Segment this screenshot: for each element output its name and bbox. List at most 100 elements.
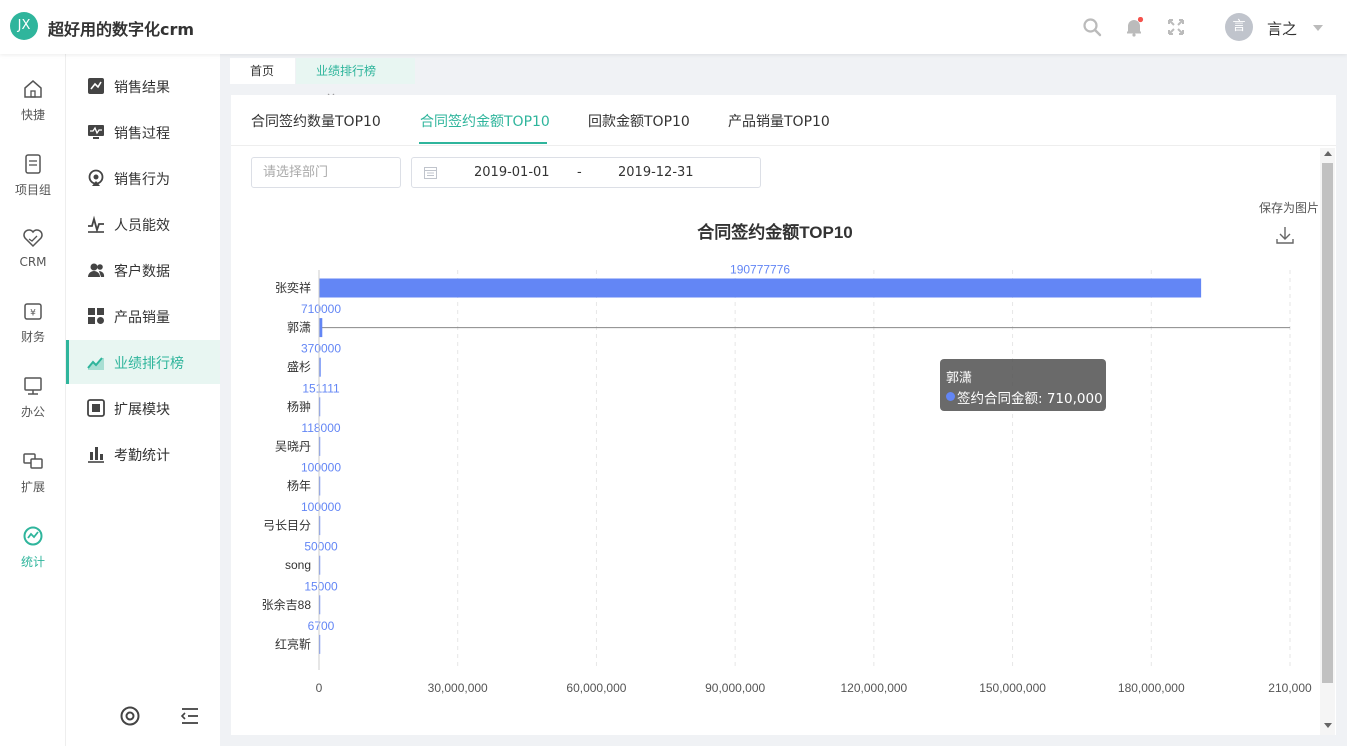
tab-ranking[interactable]: 业绩排行榜× <box>296 58 415 104</box>
staff-efficiency-icon <box>88 215 104 233</box>
chart-title: 合同签约金额TOP10 <box>697 222 853 242</box>
tab-label: 首页 <box>250 64 275 78</box>
subnav-item-attendance[interactable]: 考勤统计 <box>66 432 220 476</box>
y-category-label: 杨年 <box>287 478 311 493</box>
tab-payment-amount[interactable]: 回款金额TOP10 <box>588 111 690 131</box>
start-date[interactable]: 2019-01-01 <box>474 165 550 180</box>
extension-module-icon <box>87 399 105 417</box>
product-sales-icon <box>88 308 104 324</box>
bar-value-label: 50000 <box>304 540 338 554</box>
settings-icon[interactable] <box>119 705 141 727</box>
secondary-sidebar: 销售结果 销售过程 销售行为 人员能效 客户数据 产品销量 业绩排行榜 扩展模块… <box>66 54 220 746</box>
y-category-label: 红亮靳 <box>275 636 311 651</box>
subnav-label: 销售结果 <box>114 80 170 96</box>
bell-icon[interactable] <box>1124 17 1144 37</box>
subnav-item-sales-behavior[interactable]: 销售行为 <box>66 156 220 200</box>
bar-value-label: 6700 <box>308 619 335 633</box>
x-tick-label: 30,000,000 <box>428 681 488 695</box>
subnav-label: 客户数据 <box>114 264 170 280</box>
user-name[interactable]: 言之 <box>1267 18 1297 39</box>
extend-icon <box>23 453 43 469</box>
y-category-label: 杨翀 <box>287 399 311 414</box>
left-rail: 快捷 项目组 CRM ¥ 财务 办公 扩展 统计 <box>0 54 66 746</box>
subnav-label: 人员能效 <box>114 218 170 234</box>
home-icon <box>24 80 42 98</box>
bar-value-label: 370000 <box>301 342 341 356</box>
rail-item-project[interactable]: 项目组 <box>0 153 66 213</box>
department-select[interactable]: 请选择部门 <box>251 157 401 188</box>
ranking-bar-chart: 合同签约金额TOP10 张奕祥 190777776 郭潇 710000 盛杉 370000… <box>262 222 1312 695</box>
x-tick-label: 120,000,000 <box>840 681 907 695</box>
end-date[interactable]: 2019-12-31 <box>618 165 694 180</box>
ranking-icon <box>87 357 104 370</box>
subnav-item-staff-efficiency[interactable]: 人员能效 <box>66 202 220 246</box>
rail-item-finance[interactable]: ¥ 财务 <box>0 300 66 360</box>
bar-value-label: 118000 <box>301 421 340 435</box>
tab-label: 业绩排行榜 <box>316 64 377 78</box>
monitor-icon <box>24 377 42 395</box>
chart-tooltip: 郭潇 签约合同金额: 710,000 <box>940 359 1106 411</box>
rail-item-stats[interactable]: 统计 <box>0 525 66 585</box>
rail-label: 办公 <box>20 405 45 419</box>
rail-item-extend[interactable]: 扩展 <box>0 450 66 510</box>
bar-value-label: 100000 <box>301 461 341 475</box>
chevron-down-icon[interactable] <box>1313 25 1323 31</box>
rail-label: 扩展 <box>20 480 45 494</box>
tab-contract-amount[interactable]: 合同签约金额TOP10 <box>420 111 550 131</box>
x-tick-label: 0 <box>316 681 323 695</box>
divider <box>231 145 1336 146</box>
search-icon[interactable] <box>1082 17 1102 37</box>
bar-value-label: 15000 <box>304 579 338 593</box>
attendance-icon <box>88 447 104 463</box>
x-tick-label: 60,000,000 <box>566 681 626 695</box>
tooltip-value: 签约合同金额: 710,000 <box>957 391 1103 407</box>
y-category-label: 张余吉88 <box>262 597 312 612</box>
svg-text:¥: ¥ <box>30 309 36 319</box>
avatar[interactable]: 言 <box>1225 13 1253 41</box>
rail-item-office[interactable]: 办公 <box>0 375 66 435</box>
subnav-label: 考勤统计 <box>114 448 170 464</box>
scroll-up-arrow[interactable] <box>1324 151 1332 156</box>
app-title: 超好用的数字化crm <box>48 20 195 39</box>
y-category-label: 张奕祥 <box>275 280 311 295</box>
app-logo[interactable]: JX <box>10 12 38 40</box>
date-separator: - <box>577 165 582 180</box>
tab-home[interactable]: 首页 <box>230 58 295 84</box>
bar-value-label: 100000 <box>301 500 341 514</box>
wallet-icon: ¥ <box>24 303 42 320</box>
bar-value-label: 190777776 <box>730 263 790 277</box>
scroll-down-arrow[interactable] <box>1324 723 1332 728</box>
x-tick-label: 90,000,000 <box>705 681 765 695</box>
scrollbar-thumb[interactable] <box>1322 163 1333 683</box>
y-category-label: 弓长目分 <box>263 519 311 533</box>
rail-item-crm[interactable]: CRM <box>0 227 66 287</box>
tab-product-sales[interactable]: 产品销量TOP10 <box>728 111 830 131</box>
rail-label: 统计 <box>20 555 45 569</box>
subnav-item-sales-process[interactable]: 销售过程 <box>66 110 220 154</box>
stats-icon <box>23 526 43 546</box>
subnav-item-sales-result[interactable]: 销售结果 <box>66 64 220 108</box>
bar-value-label: 710000 <box>301 302 341 316</box>
top-header: JX 超好用的数字化crm 言 言之 <box>0 0 1347 54</box>
rail-item-shortcut[interactable]: 快捷 <box>0 78 66 138</box>
subnav-item-customer-data[interactable]: 客户数据 <box>66 248 220 292</box>
subnav-item-ranking[interactable]: 业绩排行榜 <box>66 340 220 384</box>
sales-behavior-icon <box>88 169 104 186</box>
tab-contract-count[interactable]: 合同签约数量TOP10 <box>251 111 381 131</box>
rail-label: 快捷 <box>20 108 45 122</box>
customer-data-icon <box>88 263 105 277</box>
date-range-picker[interactable]: 2019-01-01 - 2019-12-31 <box>411 157 761 188</box>
subnav-item-product-sales[interactable]: 产品销量 <box>66 294 220 338</box>
x-tick-label: 210,000 <box>1268 681 1312 695</box>
subnav-label: 销售过程 <box>114 126 170 142</box>
tooltip-title: 郭潇 <box>946 371 973 386</box>
collapse-menu-icon[interactable] <box>179 705 201 727</box>
x-tick-label: 150,000,000 <box>979 681 1046 695</box>
heart-icon <box>23 229 43 248</box>
bar-value-label: 151111 <box>302 381 340 395</box>
x-tick-label: 180,000,000 <box>1118 681 1185 695</box>
subnav-item-extension-module[interactable]: 扩展模块 <box>66 386 220 430</box>
fullscreen-icon[interactable] <box>1166 17 1186 37</box>
subnav-label: 销售行为 <box>114 172 170 188</box>
subnav-label: 业绩排行榜 <box>114 356 184 372</box>
